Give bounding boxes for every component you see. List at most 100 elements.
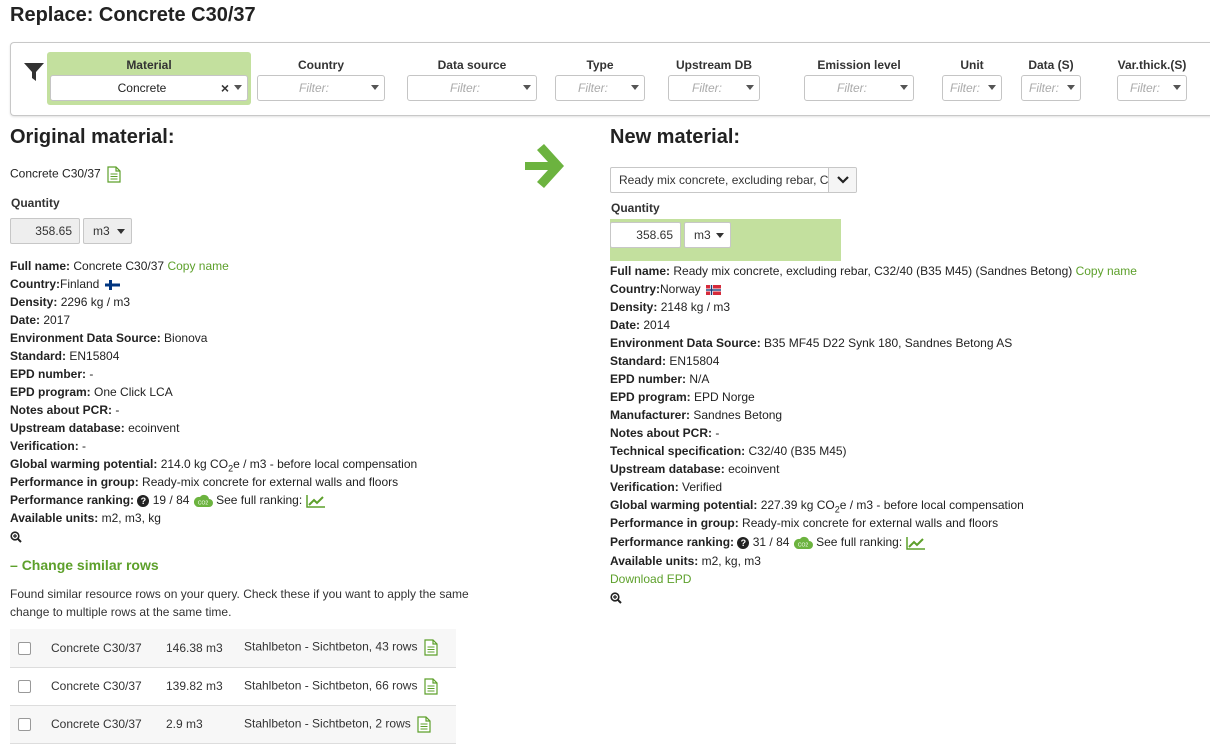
row-description: Stahlbeton - Sichtbeton, 2 rows [244,716,411,731]
table-row: Concrete C30/37 2.9 m3 Stahlbeton - Sich… [10,705,456,744]
filter-data-s-label: Data (S) [1028,58,1074,72]
new-unit-select[interactable]: m3 [684,222,731,248]
original-verification: - [82,439,87,453]
new-epd-number: N/A [689,372,710,386]
filter-unit-select[interactable]: Filter: [942,75,1002,101]
document-icon[interactable] [107,166,121,183]
funnel-icon[interactable] [23,61,45,83]
new-quantity-label: Quantity [611,201,660,215]
filter-emission-level-label: Emission level [817,58,901,72]
original-density: 2296 kg / m3 [60,295,131,309]
new-epd-program: EPD Norge [694,390,755,404]
filter-material: Material Concrete × [47,52,251,105]
original-date: 2017 [43,313,71,327]
table-cell [10,629,51,668]
similar-rows-description: Found similar resource rows on your quer… [10,587,469,619]
document-icon[interactable] [424,639,438,656]
filter-type-label: Type [586,58,614,72]
filter-material-label: Material [126,58,172,72]
original-standard: EN15804 [69,349,120,363]
question-icon[interactable]: ? [137,494,150,507]
row-quantity: 146.38 m3 [166,629,244,668]
trend-chart-icon[interactable] [905,536,926,550]
document-icon[interactable] [417,715,431,733]
new-notes-pcr: - [715,426,720,440]
label: Density: [10,295,58,309]
norway-flag-icon [706,284,722,295]
chevron-down-icon [716,233,724,238]
chevron-down-icon [117,229,125,234]
filter-bar: Material Concrete × Country Filter: Data… [10,42,1210,116]
new-env-source: B35 MF45 D22 Synk 180, Sandnes Betong AS [764,336,1013,350]
change-similar-rows-toggle[interactable]: – Change similar rows [10,557,159,573]
filter-material-value: Concrete [117,81,167,95]
chevron-down-icon [988,85,996,90]
label: Standard: [610,354,667,368]
chevron-down-icon[interactable] [234,85,242,90]
original-material-heading: Original material: [10,126,175,148]
row-checkbox[interactable] [18,641,31,655]
original-upstream: ecoinvent [128,421,180,435]
row-description: Stahlbeton - Sichtbeton, 66 rows [244,678,418,693]
filter-emission-level-select[interactable]: Filter: [804,75,914,101]
filter-country-label: Country [298,58,344,72]
filter-data-s-placeholder: Filter: [1029,81,1059,95]
table-row: Concrete C30/37 146.38 m3 Stahlbeton - S… [10,629,456,668]
label: Global warming potential: [10,457,158,471]
original-epd-program: One Click LCA [94,385,173,399]
arrow-right-icon [525,144,564,188]
new-gwp-rest: e / m3 - before local compensation [839,498,1024,512]
minus-icon: – [10,557,18,573]
clear-icon[interactable]: × [221,76,229,100]
filter-type-select[interactable]: Filter: [555,75,645,101]
label: Verification: [610,480,679,494]
new-material-select[interactable]: Ready mix concrete, excluding rebar, C32… [610,167,857,193]
original-full-name: Concrete C30/37 [73,259,165,273]
original-perf-group: Ready-mix concrete for external walls an… [142,475,399,489]
new-units: m2, kg, m3 [701,554,761,568]
label: EPD number: [610,372,687,386]
download-epd-link[interactable]: Download EPD [610,572,691,586]
filter-data-s-select[interactable]: Filter: [1021,75,1081,101]
trend-chart-icon[interactable] [305,494,326,508]
svg-text:CO2: CO2 [198,500,209,506]
label: Performance in group: [10,475,139,489]
filter-unit-placeholder: Filter: [950,81,980,95]
copy-name-link[interactable]: Copy name [1076,264,1137,278]
original-notes-pcr: - [115,403,120,417]
filter-material-select[interactable]: Concrete × [50,75,248,101]
original-name-text: Concrete C30/37 [10,166,101,181]
label: Country: [610,282,660,296]
filter-country-select[interactable]: Filter: [257,75,385,101]
original-material-name: Concrete C30/37 [10,166,121,183]
filter-upstream-db-label: Upstream DB [675,58,753,72]
label: Environment Data Source: [610,336,761,350]
chevron-down-icon [371,85,379,90]
new-unit-value: m3 [694,228,711,242]
label: Available units: [10,511,99,525]
label: Full name: [610,264,671,278]
document-icon[interactable] [424,677,438,695]
label: Country: [10,277,60,291]
filter-var-thick-select[interactable]: Filter: [1117,75,1187,101]
question-icon[interactable]: ? [737,536,750,549]
dropdown-button[interactable] [828,168,856,192]
filter-upstream-db-select[interactable]: Filter: [668,75,760,101]
see-full-ranking-text: See full ranking: [816,535,903,549]
new-quantity-input[interactable]: 358.65 [610,222,681,248]
new-material-selected: Ready mix concrete, excluding rebar, C32… [619,173,829,187]
label: Technical specification: [610,444,746,458]
label: Global warming potential: [610,498,758,512]
row-checkbox[interactable] [18,680,31,694]
row-quantity: 139.82 m3 [166,667,244,706]
svg-text:CO2: CO2 [798,542,809,548]
copy-name-link[interactable]: Copy name [167,259,228,273]
zoom-in-icon[interactable] [10,531,22,543]
zoom-in-icon[interactable] [610,592,622,604]
filter-data-source-placeholder: Filter: [450,81,480,95]
filter-data-source-select[interactable]: Filter: [407,75,537,101]
row-checkbox[interactable] [18,718,31,732]
label: EPD number: [10,367,87,381]
original-gwp: 214.0 kg CO [160,457,229,471]
chevron-down-icon [523,85,531,90]
